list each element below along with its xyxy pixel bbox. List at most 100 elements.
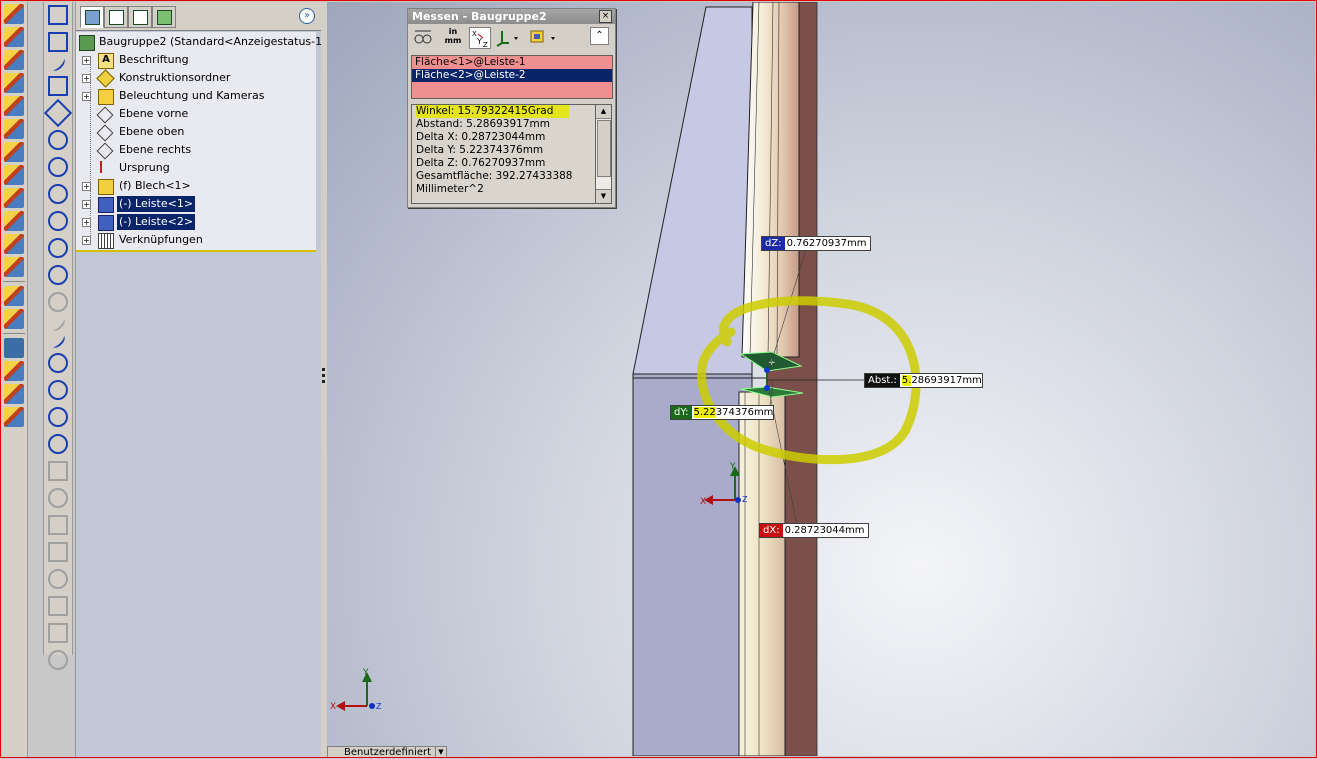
- expand-icon[interactable]: +: [82, 74, 91, 83]
- scroll-down-icon[interactable]: ▼: [596, 189, 611, 203]
- callout-distance[interactable]: Abst.: 5.28693917mm: [864, 373, 983, 388]
- sketch-icon[interactable]: [48, 5, 68, 25]
- convert-entities-icon[interactable]: [48, 515, 68, 535]
- line-icon[interactable]: [48, 54, 68, 74]
- mass-properties-icon[interactable]: [4, 361, 24, 381]
- extend-entities-icon[interactable]: [48, 623, 68, 643]
- scroll-up-icon[interactable]: ▲: [596, 105, 611, 119]
- polygon-icon[interactable]: [43, 98, 73, 128]
- sketch-fillet-icon[interactable]: [48, 292, 68, 312]
- mates-icon: [98, 233, 114, 249]
- delta-x-result: Delta X: 0.28723044mm: [416, 131, 546, 143]
- feature-manager-tabs: »: [76, 2, 321, 31]
- hide-show-icon[interactable]: [4, 73, 24, 93]
- svg-text:Z: Z: [376, 702, 382, 711]
- features-icon[interactable]: [4, 286, 24, 306]
- close-button[interactable]: ×: [599, 10, 612, 23]
- ellipse-icon[interactable]: [48, 265, 68, 285]
- view-triad: Y X Z: [330, 668, 382, 712]
- chevron-down-icon[interactable]: ▼: [435, 747, 446, 757]
- expand-icon[interactable]: +: [82, 236, 91, 245]
- measure-results: Winkel: 15.79322415Grad Abstand: 5.28693…: [411, 104, 596, 204]
- svg-text:Y: Y: [362, 668, 369, 678]
- centerpoint-arc-icon[interactable]: [48, 184, 68, 204]
- tab-configuration-manager[interactable]: [128, 6, 152, 28]
- expand-panel-button[interactable]: »: [299, 8, 315, 24]
- smart-fasteners-icon[interactable]: [4, 188, 24, 208]
- partial-ellipse-icon[interactable]: [48, 407, 68, 427]
- tab-dimxpert-manager[interactable]: [152, 6, 176, 28]
- total-area-result: Gesamtfläche: 392.27433388: [416, 170, 573, 182]
- feature-tree: Baugruppe2 (Standard<Anzeigestatus-1>) +…: [76, 32, 336, 252]
- mate-icon[interactable]: [4, 119, 24, 139]
- point-icon[interactable]: [48, 434, 68, 454]
- expand-icon[interactable]: +: [82, 218, 91, 227]
- circular-pattern-icon[interactable]: [48, 488, 68, 508]
- callout-delta-y[interactable]: dY: 5.22374376mm: [670, 405, 775, 420]
- units-precision-button[interactable]: in mm: [442, 27, 464, 47]
- svg-text:Z: Z: [483, 41, 488, 48]
- circle-icon[interactable]: [48, 130, 68, 150]
- measure-dialog-titlebar[interactable]: Messen - Baugruppe2 ×: [408, 9, 615, 24]
- annotation-icon: A: [98, 53, 114, 69]
- linear-pattern-icon[interactable]: [48, 461, 68, 481]
- lights-cameras-icon: [98, 89, 114, 105]
- expand-icon[interactable]: +: [82, 92, 91, 101]
- tab-feature-manager[interactable]: [80, 6, 104, 28]
- history-button[interactable]: [528, 27, 558, 47]
- perimeter-circle-icon[interactable]: [48, 157, 68, 177]
- expand-icon[interactable]: +: [82, 182, 91, 191]
- arc-circle-icon: [414, 30, 441, 44]
- ellipse-tool-icon[interactable]: [48, 380, 68, 400]
- callout-delta-z[interactable]: dZ: 0.76270937mm: [761, 236, 871, 251]
- selection-item[interactable]: Fläche<1>@Leiste-1: [412, 56, 612, 69]
- svg-text:Y: Y: [729, 462, 736, 472]
- configuration-combo[interactable]: Benutzerdefiniert ▼: [327, 746, 447, 758]
- callout-delta-x[interactable]: dX: 0.28723044mm: [759, 523, 869, 538]
- new-part-icon[interactable]: [4, 27, 24, 47]
- tangent-arc-icon[interactable]: [48, 211, 68, 231]
- expand-icon[interactable]: +: [82, 56, 91, 65]
- trim-entities-icon[interactable]: [48, 596, 68, 616]
- sketch-toolbar: [43, 2, 73, 670]
- insert-component-icon[interactable]: [4, 4, 24, 24]
- plane-icon: [96, 124, 114, 142]
- rotate-component-icon[interactable]: [4, 165, 24, 185]
- measure-toolbar: in mm XYZ ⌃: [408, 24, 615, 52]
- appearance-icon[interactable]: [4, 407, 24, 427]
- xyz-icon: XY Z: [472, 30, 488, 49]
- xyz-measure-button[interactable]: XYZ: [469, 27, 491, 49]
- explode-view-icon[interactable]: [4, 211, 24, 231]
- svg-text:X: X: [700, 497, 706, 507]
- angle-result: Winkel: 15.79322415Grad: [416, 105, 570, 118]
- centerline-icon[interactable]: [48, 331, 68, 351]
- explode-line-icon[interactable]: [4, 234, 24, 254]
- interference-icon[interactable]: [4, 257, 24, 277]
- selection-list[interactable]: Fläche<1>@Leiste-1 Fläche<2>@Leiste-2: [411, 55, 613, 99]
- offset-entities-icon[interactable]: [48, 542, 68, 562]
- feature-manager-panel: » Baugruppe2 (Standard<Anzeigestatus-1>)…: [75, 2, 336, 757]
- point-to-point-button[interactable]: [494, 27, 522, 47]
- simulation-icon[interactable]: [4, 309, 24, 329]
- check-icon[interactable]: [4, 384, 24, 404]
- spline-icon[interactable]: [48, 353, 68, 373]
- mirror-entities-icon[interactable]: [48, 569, 68, 589]
- move-component-icon[interactable]: [4, 142, 24, 162]
- three-point-arc-icon[interactable]: [48, 238, 68, 258]
- smart-dimension-icon[interactable]: [48, 32, 68, 52]
- expand-icon[interactable]: +: [82, 200, 91, 209]
- tab-property-manager[interactable]: [104, 6, 128, 28]
- selection-item[interactable]: Fläche<2>@Leiste-2: [412, 69, 612, 82]
- feature-manager-icon: [85, 10, 100, 25]
- collapse-dialog-button[interactable]: ⌃: [590, 27, 609, 45]
- scroll-thumb[interactable]: [597, 120, 611, 177]
- measure-icon[interactable]: [4, 338, 24, 358]
- arc-circle-measure-button[interactable]: [412, 27, 441, 47]
- new-assembly-icon[interactable]: [4, 50, 24, 70]
- change-transparency-icon[interactable]: [4, 96, 24, 116]
- sketch-chamfer-icon[interactable]: [48, 314, 68, 334]
- svg-text:Y: Y: [476, 37, 482, 46]
- results-scrollbar[interactable]: ▲ ▼: [595, 104, 612, 204]
- rectangle-icon[interactable]: [48, 76, 68, 96]
- split-entities-icon[interactable]: [48, 650, 68, 670]
